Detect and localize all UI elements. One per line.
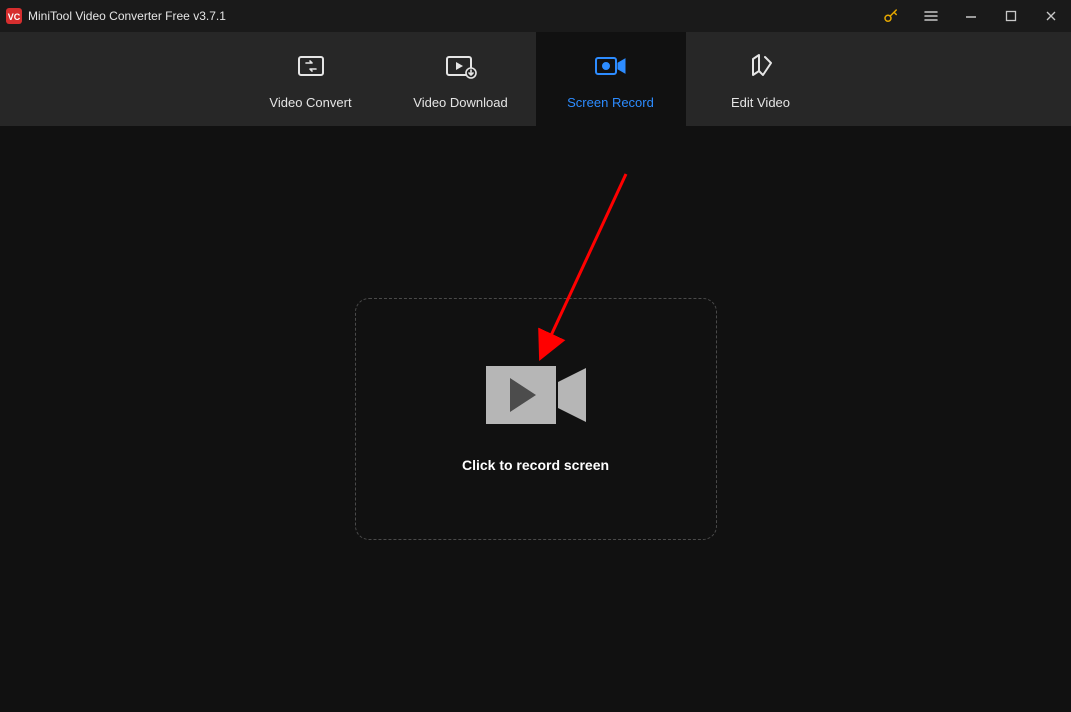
tab-label: Video Convert: [269, 95, 351, 110]
app-title: MiniTool Video Converter Free v3.7.1: [28, 9, 226, 23]
main-panel: Click to record screen: [0, 126, 1071, 712]
camcorder-icon: [486, 366, 586, 429]
app-window: VC MiniTool Video Converter Free v3.7.1: [0, 0, 1071, 712]
record-prompt-label: Click to record screen: [462, 457, 609, 473]
tab-label: Video Download: [413, 95, 507, 110]
svg-text:VC: VC: [8, 12, 21, 22]
download-icon: [445, 49, 477, 83]
tab-screen-record[interactable]: Screen Record: [536, 32, 686, 126]
main-tabs: Video Convert Video Download: [0, 32, 1071, 126]
tab-edit-video[interactable]: Edit Video: [686, 32, 836, 126]
key-icon: [882, 7, 900, 25]
tab-video-download[interactable]: Video Download: [386, 32, 536, 126]
tab-label: Edit Video: [731, 95, 790, 110]
record-icon: [594, 49, 628, 83]
upgrade-key-button[interactable]: [871, 0, 911, 32]
menu-button[interactable]: [911, 0, 951, 32]
hamburger-icon: [923, 8, 939, 24]
edit-icon: [747, 49, 775, 83]
tab-label: Screen Record: [567, 95, 654, 110]
minimize-button[interactable]: [951, 0, 991, 32]
maximize-button[interactable]: [991, 0, 1031, 32]
tab-video-convert[interactable]: Video Convert: [236, 32, 386, 126]
titlebar: VC MiniTool Video Converter Free v3.7.1: [0, 0, 1071, 32]
app-logo-icon: VC: [6, 8, 22, 24]
close-button[interactable]: [1031, 0, 1071, 32]
record-screen-button[interactable]: Click to record screen: [355, 298, 717, 540]
minimize-icon: [964, 9, 978, 23]
convert-icon: [296, 49, 326, 83]
maximize-icon: [1004, 9, 1018, 23]
close-icon: [1044, 9, 1058, 23]
